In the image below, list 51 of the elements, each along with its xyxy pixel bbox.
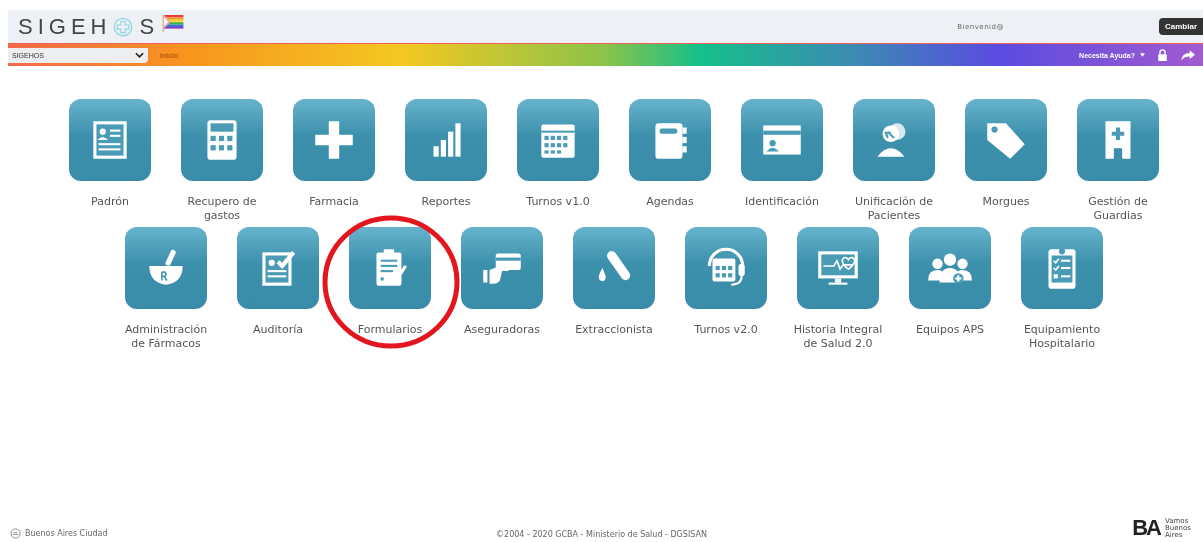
module-tile[interactable] bbox=[405, 99, 487, 181]
module-label[interactable]: Formularios bbox=[342, 323, 438, 365]
module-tile[interactable] bbox=[853, 99, 935, 181]
caret-icon bbox=[1140, 53, 1145, 57]
module-tile[interactable] bbox=[517, 99, 599, 181]
module-tile[interactable] bbox=[909, 227, 991, 309]
module-label[interactable]: Agendas bbox=[622, 195, 718, 223]
module-tile[interactable] bbox=[629, 99, 711, 181]
brand-mark: BA bbox=[1132, 517, 1160, 539]
copyright-text: ©2004 - 2020 GCBA - Ministerio de Salud - DGSISAN bbox=[496, 530, 707, 539]
module-tile[interactable] bbox=[797, 227, 879, 309]
lock-icon[interactable] bbox=[1157, 49, 1168, 61]
module-tile[interactable] bbox=[181, 99, 263, 181]
change-button[interactable]: Cambiar bbox=[1159, 18, 1203, 35]
module-tile[interactable] bbox=[741, 99, 823, 181]
city-name: Buenos Aires Ciudad bbox=[25, 529, 108, 538]
module-label[interactable]: Morgues bbox=[958, 195, 1054, 223]
chevron-down-icon bbox=[135, 52, 144, 58]
logo-text: S bbox=[139, 13, 160, 40]
module-tile[interactable] bbox=[349, 227, 431, 309]
module-tile[interactable] bbox=[125, 227, 207, 309]
module-label[interactable]: Historia Integral de Salud 2.0 bbox=[790, 323, 886, 365]
module-label[interactable]: Gestión de Guardias bbox=[1070, 195, 1166, 223]
module-label[interactable]: Administración de Fármacos bbox=[118, 323, 214, 365]
module-tile[interactable] bbox=[461, 227, 543, 309]
cross-circle-icon bbox=[113, 16, 134, 37]
module-label[interactable]: Recupero de gastos bbox=[174, 195, 270, 223]
module-label[interactable]: Reportes bbox=[398, 195, 494, 223]
module-tile[interactable] bbox=[293, 99, 375, 181]
module-tile[interactable] bbox=[1021, 227, 1103, 309]
share-arrow-icon[interactable] bbox=[1181, 49, 1195, 61]
module-tile[interactable] bbox=[685, 227, 767, 309]
logo-text: SIGEH bbox=[18, 13, 112, 40]
module-label[interactable]: Identificación bbox=[734, 195, 830, 223]
module-label[interactable]: Turnos v1.0 bbox=[510, 195, 606, 223]
module-label[interactable]: Padrón bbox=[62, 195, 158, 223]
module-label[interactable]: Equipamiento Hospitalario bbox=[1014, 323, 1110, 365]
module-tile[interactable] bbox=[237, 227, 319, 309]
module-label[interactable]: Extraccionista bbox=[566, 323, 662, 365]
module-tile[interactable] bbox=[1077, 99, 1159, 181]
module-tile[interactable] bbox=[573, 227, 655, 309]
module-label[interactable]: Aseguradoras bbox=[454, 323, 550, 365]
city-logo-icon bbox=[10, 528, 21, 539]
flag-icon bbox=[161, 12, 186, 33]
module-label[interactable]: Auditoría bbox=[230, 323, 326, 365]
module-label[interactable]: Unificación de Pacientes bbox=[846, 195, 942, 223]
module-tile[interactable] bbox=[69, 99, 151, 181]
module-label[interactable]: Farmacia bbox=[286, 195, 382, 223]
module-label[interactable]: Turnos v2.0 bbox=[678, 323, 774, 365]
module-tile[interactable] bbox=[965, 99, 1047, 181]
module-label[interactable]: Equipos APS bbox=[902, 323, 998, 365]
